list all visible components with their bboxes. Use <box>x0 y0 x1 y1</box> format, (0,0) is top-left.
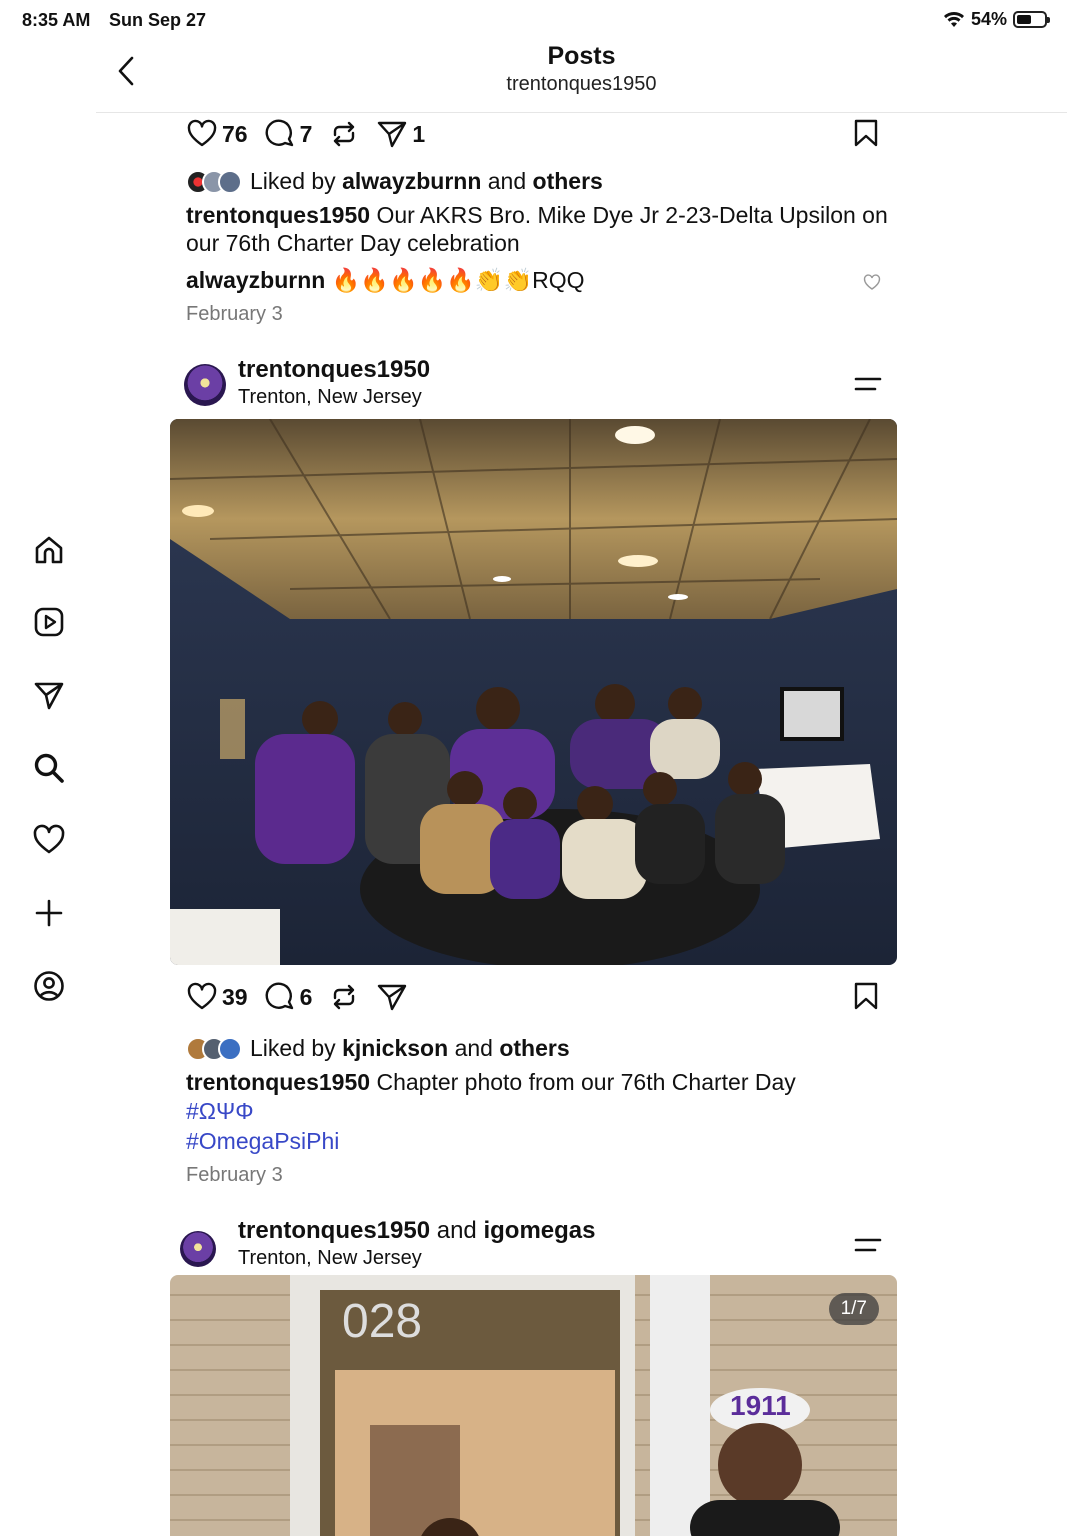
like-button[interactable]: 39 <box>186 981 248 1013</box>
comment-icon <box>265 982 293 1010</box>
liked-by-line[interactable]: Liked by alwayzburnn and others <box>186 168 897 195</box>
more-options-icon[interactable] <box>853 372 883 396</box>
profile-icon[interactable] <box>32 969 66 1003</box>
comment-button[interactable]: 6 <box>264 981 313 1013</box>
status-indicators: 54% <box>943 9 1050 30</box>
send-icon <box>378 121 407 148</box>
post-photo[interactable]: 028 1911 1/7 <box>170 1275 897 1536</box>
battery-percent: 54% <box>970 9 1007 29</box>
page-title: Posts <box>547 42 616 70</box>
liked-by-others[interactable]: others <box>533 168 603 195</box>
wifi-icon <box>943 11 964 27</box>
liker-avatars <box>186 1036 242 1061</box>
storefront-photo: 028 1911 <box>170 1275 897 1536</box>
liked-by-user[interactable]: kjnickson <box>342 1035 448 1062</box>
comment-like-icon[interactable] <box>863 273 881 291</box>
hashtag[interactable]: #ΩΨΦ <box>186 1096 897 1126</box>
comment-user[interactable]: alwayzburnn <box>186 267 325 293</box>
reels-icon[interactable] <box>32 605 66 639</box>
post2-text: Liked by kjnickson and others trentonque… <box>170 1035 897 1187</box>
post-location[interactable]: Trenton, New Jersey <box>238 386 422 409</box>
post-location[interactable]: Trenton, New Jersey <box>238 1247 422 1270</box>
bookmark-icon[interactable] <box>851 118 881 148</box>
repost-icon <box>334 984 355 1010</box>
comment: alwayzburnn 🔥🔥🔥🔥🔥👏👏RQQ <box>186 265 897 295</box>
carousel-counter: 1/7 <box>828 1293 879 1325</box>
send-icon[interactable] <box>32 678 66 712</box>
post-username[interactable]: trentonques1950 <box>238 356 430 384</box>
caption-user[interactable]: trentonques1950 <box>186 1069 370 1095</box>
like-button[interactable]: 76 <box>186 118 248 150</box>
feed: 76 7 1 Liked by alwayzburnn and others t… <box>170 114 897 1536</box>
door-number: 028 <box>342 1295 422 1348</box>
battery-level <box>1017 15 1032 24</box>
plus-icon[interactable] <box>32 896 66 930</box>
post1-caption: trentonques1950 Our AKRS Bro. Mike Dye J… <box>186 202 888 256</box>
comment-icon <box>265 119 293 147</box>
comment-count: 6 <box>299 983 313 1010</box>
post3-header: trentonques1950 and igomegas Trenton, Ne… <box>170 1213 897 1275</box>
share-count: 1 <box>412 120 426 147</box>
liked-by-user[interactable]: alwayzburnn <box>342 168 481 195</box>
group-photo <box>170 419 897 965</box>
heart-icon[interactable] <box>32 823 66 857</box>
post2-actions: 39 6 <box>170 977 897 1017</box>
share-button[interactable] <box>376 981 408 1013</box>
svg-text:1911: 1911 <box>730 1390 791 1421</box>
send-icon <box>378 984 407 1011</box>
collab-username[interactable]: igomegas <box>483 1217 595 1244</box>
post-date: February 3 <box>186 303 283 325</box>
caption-user[interactable]: trentonques1950 <box>186 202 370 228</box>
share-button[interactable]: 1 <box>376 118 425 150</box>
posts-header: Posts trentonques1950 <box>96 40 1067 113</box>
hashtag[interactable]: #OmegaPsiPhi <box>186 1126 897 1156</box>
bookmark-icon[interactable] <box>851 981 881 1011</box>
status-date: Sun Sep 27 <box>109 10 207 30</box>
repost-button[interactable] <box>328 118 360 150</box>
post-photo[interactable] <box>170 419 897 965</box>
liker-avatars <box>186 169 242 194</box>
repost-button[interactable] <box>328 981 360 1013</box>
more-options-icon[interactable] <box>853 1233 883 1257</box>
status-bar: 8:35 AM Sun Sep 27 54% <box>0 0 1067 40</box>
post-username[interactable]: trentonques1950 and igomegas <box>238 1217 595 1245</box>
post1-actions: 76 7 1 <box>170 114 897 154</box>
like-count: 76 <box>222 120 248 147</box>
liked-by-line[interactable]: Liked by kjnickson and others <box>186 1035 897 1062</box>
search-icon[interactable] <box>32 751 66 785</box>
like-count: 39 <box>222 983 248 1010</box>
avatar[interactable] <box>180 1231 216 1267</box>
comment-button[interactable]: 7 <box>264 118 313 150</box>
heart-icon <box>187 982 217 1010</box>
heart-icon <box>187 119 217 147</box>
status-time: 8:35 AM <box>22 10 91 30</box>
post2-caption: trentonques1950 Chapter photo from our 7… <box>186 1068 897 1156</box>
post1-text: Liked by alwayzburnn and others trentonq… <box>170 168 897 326</box>
comment-count: 7 <box>299 120 313 147</box>
post2-header: trentonques1950 Trenton, New Jersey <box>170 352 897 414</box>
avatar[interactable] <box>184 364 226 406</box>
page-subtitle[interactable]: trentonques1950 <box>96 73 1067 96</box>
post-date: February 3 <box>186 1164 283 1186</box>
repost-icon <box>334 121 355 147</box>
liked-by-others[interactable]: others <box>499 1035 569 1062</box>
home-icon[interactable] <box>32 533 66 567</box>
battery-icon <box>1013 11 1050 28</box>
